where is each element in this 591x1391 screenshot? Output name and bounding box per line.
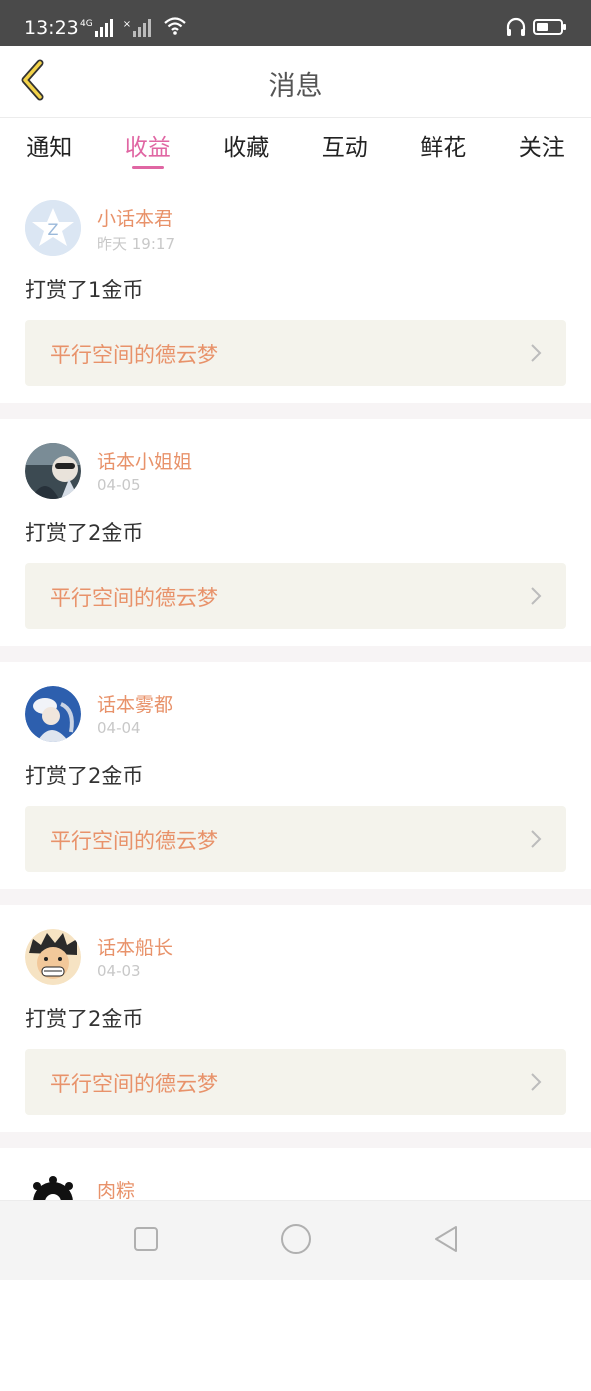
chevron-right-icon <box>530 586 542 606</box>
story-link[interactable]: 平行空间的德云梦 <box>25 563 566 629</box>
message-card: Z 小话本君 昨天 19:17 打赏了1金币 平行空间的德云梦 <box>0 176 591 419</box>
system-nav-bar <box>0 1200 591 1280</box>
story-link[interactable]: 平行空间的德云梦 <box>25 320 566 386</box>
tab-interactions[interactable]: 互动 <box>296 118 395 170</box>
message-card: 话本小姐姐 04-05 打赏了2金币 平行空间的德云梦 <box>0 419 591 662</box>
sender-name[interactable]: 小话本君 <box>97 204 173 231</box>
home-button[interactable] <box>276 1221 316 1261</box>
page-title: 消息 <box>0 64 591 103</box>
status-icons-left: 4G × <box>80 17 187 39</box>
sender-name[interactable]: 肉粽 <box>97 1176 135 1203</box>
avatar[interactable] <box>25 929 81 985</box>
signal-icon: 4G <box>80 19 113 37</box>
status-bar: 13:23 4G × <box>0 0 591 46</box>
avatar[interactable]: Z <box>25 200 81 256</box>
story-link[interactable]: 平行空间的德云梦 <box>25 1049 566 1115</box>
home-circle-icon <box>280 1223 312 1259</box>
sender-name[interactable]: 话本小姐姐 <box>97 447 192 474</box>
status-time: 13:23 <box>24 17 79 39</box>
story-title: 平行空间的德云梦 <box>50 1068 218 1098</box>
tab-notifications[interactable]: 通知 <box>0 118 99 170</box>
back-triangle-icon <box>432 1224 460 1258</box>
avatar[interactable] <box>25 686 81 742</box>
message-text: 打赏了2金币 <box>25 1003 143 1033</box>
message-card: 话本雾都 04-04 打赏了2金币 平行空间的德云梦 <box>0 662 591 905</box>
network-label: 4G <box>80 19 93 29</box>
message-text: 打赏了2金币 <box>25 760 143 790</box>
message-time: 04-05 <box>97 476 141 494</box>
no-signal-icon: × <box>123 19 151 37</box>
battery-icon <box>533 17 567 41</box>
chevron-right-icon <box>530 343 542 363</box>
chevron-right-icon <box>530 1072 542 1092</box>
recents-button[interactable] <box>126 1221 166 1261</box>
tab-earnings[interactable]: 收益 <box>99 118 198 170</box>
tab-bar: 通知 收益 收藏 互动 鲜花 关注 <box>0 118 591 170</box>
message-time: 04-04 <box>97 719 141 737</box>
message-text: 打赏了1金币 <box>25 274 143 304</box>
chevron-right-icon <box>530 829 542 849</box>
story-title: 平行空间的德云梦 <box>50 582 218 612</box>
avatar[interactable] <box>25 443 81 499</box>
story-title: 平行空间的德云梦 <box>50 825 218 855</box>
back-nav-button[interactable] <box>426 1221 466 1261</box>
status-icons-right <box>505 17 567 41</box>
message-time: 04-03 <box>97 962 141 980</box>
wifi-icon <box>163 16 187 40</box>
story-link[interactable]: 平行空间的德云梦 <box>25 806 566 872</box>
sender-name[interactable]: 话本船长 <box>97 933 173 960</box>
sender-name[interactable]: 话本雾都 <box>97 690 173 717</box>
tab-following[interactable]: 关注 <box>493 118 591 170</box>
message-text: 打赏了2金币 <box>25 517 143 547</box>
app-header: 消息 <box>0 46 591 118</box>
message-card: 话本船长 04-03 打赏了2金币 平行空间的德云梦 <box>0 905 591 1148</box>
recents-square-icon <box>133 1226 159 1256</box>
tab-flowers[interactable]: 鲜花 <box>394 118 493 170</box>
svg-text:Z: Z <box>48 220 59 239</box>
message-time: 昨天 19:17 <box>97 233 175 254</box>
story-title: 平行空间的德云梦 <box>50 339 218 369</box>
headset-icon <box>505 16 527 42</box>
tab-favorites[interactable]: 收藏 <box>197 118 296 170</box>
